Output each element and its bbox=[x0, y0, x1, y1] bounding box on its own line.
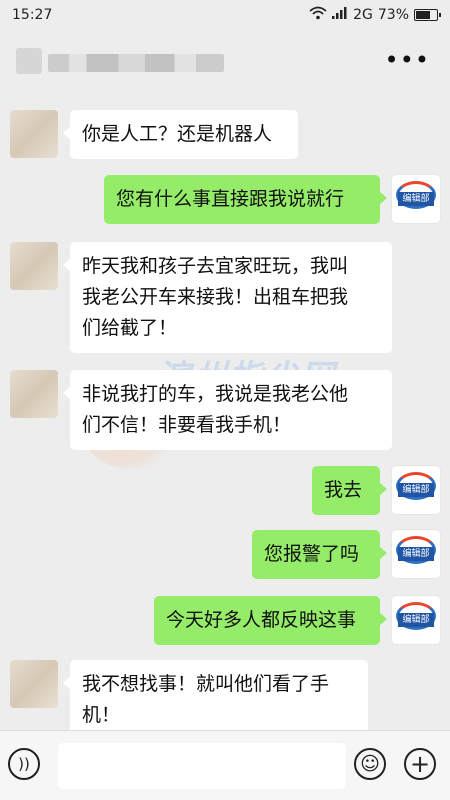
message-incoming: 你是人工？还是机器人 bbox=[10, 110, 298, 159]
avatar[interactable] bbox=[10, 370, 58, 418]
message-incoming: 昨天我和孩子去宜家旺玩，我叫 我老公开车来接我！出租车把我 们给截了！ bbox=[10, 242, 392, 353]
message-bubble[interactable]: 你是人工？还是机器人 bbox=[63, 110, 298, 159]
message-bubble[interactable]: 我不想找事！就叫他们看了手 机！ bbox=[63, 660, 368, 740]
blurred-avatar bbox=[16, 48, 42, 74]
avatar[interactable] bbox=[10, 242, 58, 290]
battery-icon bbox=[414, 9, 441, 21]
battery-percent: 73% bbox=[377, 7, 409, 23]
wifi-icon bbox=[309, 6, 327, 24]
message-incoming: 非说我打的车，我说是我老公他 们不信！非要看我手机！ bbox=[10, 370, 392, 450]
more-icon[interactable]: ••• bbox=[385, 46, 430, 74]
message-bubble[interactable]: 非说我打的车，我说是我老公他 们不信！非要看我手机！ bbox=[63, 370, 392, 450]
message-bubble[interactable]: 您有什么事直接跟我说就行 bbox=[104, 175, 387, 224]
status-bar: 15:27 2G 73% bbox=[0, 0, 450, 30]
signal-icon bbox=[332, 7, 348, 23]
battery-level bbox=[416, 11, 430, 19]
chat-header: ••• bbox=[0, 30, 450, 92]
message-bubble[interactable]: 我去 bbox=[312, 466, 387, 515]
input-bar: )) ☺ + bbox=[0, 730, 450, 800]
message-outgoing: 编辑部 今天好多人都反映这事 bbox=[154, 596, 440, 645]
plus-icon[interactable]: + bbox=[404, 748, 436, 780]
avatar[interactable]: 编辑部 bbox=[392, 530, 440, 578]
message-bubble[interactable]: 您报警了吗 bbox=[252, 530, 387, 579]
editor-badge: 编辑部 bbox=[398, 613, 434, 627]
message-outgoing: 编辑部 我去 bbox=[312, 466, 440, 515]
editor-badge: 编辑部 bbox=[398, 547, 434, 561]
message-bubble[interactable]: 昨天我和孩子去宜家旺玩，我叫 我老公开车来接我！出租车把我 们给截了！ bbox=[63, 242, 392, 353]
avatar[interactable]: 编辑部 bbox=[392, 175, 440, 223]
status-indicators: 2G 73% bbox=[309, 6, 441, 24]
status-time: 15:27 bbox=[12, 7, 53, 23]
avatar[interactable]: 编辑部 bbox=[392, 466, 440, 514]
emoji-icon[interactable]: ☺ bbox=[354, 748, 386, 780]
message-incoming: 我不想找事！就叫他们看了手 机！ bbox=[10, 660, 368, 740]
avatar[interactable] bbox=[10, 110, 58, 158]
message-input[interactable] bbox=[58, 743, 346, 789]
editor-badge: 编辑部 bbox=[398, 192, 434, 206]
voice-icon[interactable]: )) bbox=[8, 748, 40, 780]
message-bubble[interactable]: 今天好多人都反映这事 bbox=[154, 596, 387, 645]
message-outgoing: 编辑部 您有什么事直接跟我说就行 bbox=[104, 175, 440, 224]
editor-badge: 编辑部 bbox=[398, 483, 434, 497]
message-outgoing: 编辑部 您报警了吗 bbox=[252, 530, 440, 579]
avatar[interactable] bbox=[10, 660, 58, 708]
blurred-chat-title bbox=[48, 54, 224, 72]
avatar[interactable]: 编辑部 bbox=[392, 596, 440, 644]
network-type: 2G bbox=[353, 7, 373, 23]
